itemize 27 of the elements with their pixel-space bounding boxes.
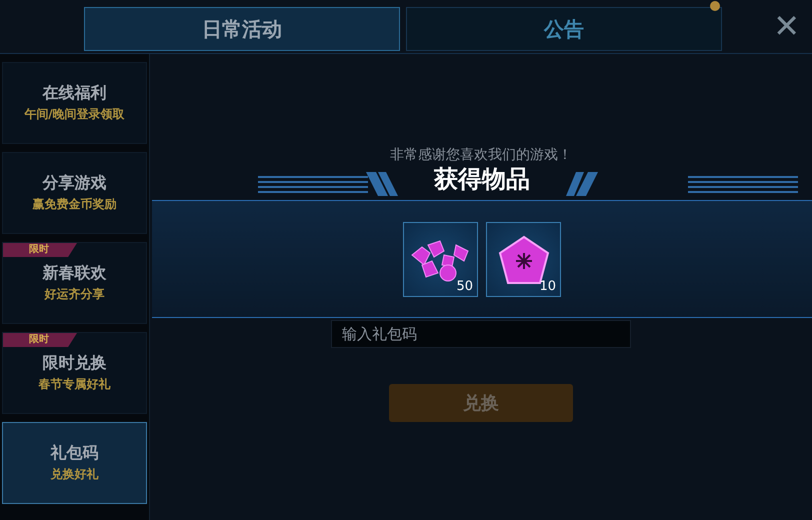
sidebar-item[interactable]: 限时 限时兑换 春节专属好礼: [2, 332, 147, 414]
item-title: 新春联欢: [42, 263, 106, 284]
item-subtitle: 午间/晚间登录领取: [24, 106, 125, 123]
sidebar-item[interactable]: 限时 新春联欢 好运齐分享: [2, 242, 147, 324]
item-count: 50: [456, 279, 473, 294]
item-title: 分享游戏: [42, 173, 106, 194]
reward-tile[interactable]: 50: [403, 222, 478, 297]
item-count: 10: [539, 279, 556, 294]
sidebar-item[interactable]: 在线福利 午间/晚间登录领取: [2, 62, 147, 144]
tag-label: 限时: [3, 243, 77, 257]
item-title: 在线福利: [42, 83, 106, 104]
dialog-title: 获得物品: [434, 164, 530, 195]
close-button[interactable]: ✕: [769, 6, 804, 44]
tag-label: 限时: [3, 333, 77, 347]
sidebar-item[interactable]: 礼包码 兑换好礼: [2, 422, 147, 504]
item-title: 礼包码: [50, 443, 98, 464]
reward-tile[interactable]: 10: [486, 222, 561, 297]
item-subtitle: 兑换好礼: [50, 466, 98, 483]
info-text: 非常感谢您喜欢我们的游戏！: [390, 146, 572, 164]
item-subtitle: 好运齐分享: [44, 286, 104, 303]
item-subtitle: 春节专属好礼: [38, 376, 110, 393]
item-title: 限时兑换: [42, 353, 106, 374]
gift-code-field[interactable]: 输入礼包码: [331, 320, 631, 348]
sidebar-item[interactable]: 分享游戏 赢免费金币奖励: [2, 152, 147, 234]
item-subtitle: 赢免费金币奖励: [32, 196, 116, 213]
tab[interactable]: 公告: [406, 7, 722, 51]
tab[interactable]: 日常活动: [84, 7, 400, 51]
